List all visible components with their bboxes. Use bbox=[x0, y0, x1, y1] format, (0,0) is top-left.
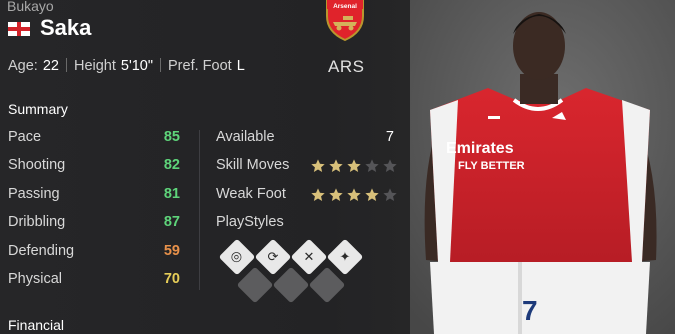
stat-row-physical: Physical 70 bbox=[8, 271, 180, 291]
stat-label: Shooting bbox=[8, 157, 66, 173]
stat-label: Dribbling bbox=[8, 214, 66, 230]
foot-value: L bbox=[236, 58, 245, 74]
star-filled-icon bbox=[347, 188, 361, 201]
age-label: Age: bbox=[8, 58, 38, 74]
star-empty-icon bbox=[383, 188, 397, 201]
svg-text:7: 7 bbox=[522, 295, 538, 326]
arsenal-crest-icon: Arsenal bbox=[326, 0, 364, 42]
skill-moves-stars bbox=[310, 158, 398, 174]
stat-value: 81 bbox=[163, 186, 180, 202]
stat-row-pace: Pace 85 bbox=[8, 129, 180, 149]
player-first-name: Bukayo bbox=[7, 0, 54, 14]
stat-value: 59 bbox=[163, 243, 180, 259]
financial-title: Financial bbox=[8, 317, 65, 333]
summary-title: Summary bbox=[8, 101, 68, 117]
stat-row-dribbling: Dribbling 87 bbox=[8, 214, 180, 234]
player-image: 7 Emirates FLY BETTER bbox=[410, 0, 675, 334]
height-label: Height bbox=[73, 58, 116, 74]
age-value: 22 bbox=[42, 58, 59, 74]
player-bio: Age: 22 Height 5'10" Pref. Foot L bbox=[8, 58, 245, 74]
divider bbox=[65, 58, 67, 72]
playstyles-row: PlayStyles bbox=[216, 214, 396, 234]
foot-label: Pref. Foot bbox=[168, 58, 232, 74]
skill-moves-row: Skill Moves bbox=[216, 157, 398, 177]
stat-row-defending: Defending 59 bbox=[8, 243, 180, 263]
stat-value: 70 bbox=[163, 271, 180, 287]
playstyle-glyph: ◎ bbox=[231, 249, 243, 265]
stat-row-passing: Passing 81 bbox=[8, 186, 180, 206]
weak-foot-row: Weak Foot bbox=[216, 186, 398, 206]
stat-value: 85 bbox=[163, 129, 180, 145]
star-empty-icon bbox=[365, 159, 379, 172]
player-last-name: Saka bbox=[40, 15, 92, 40]
crest-text: Arsenal bbox=[333, 3, 357, 10]
playstyle-empty-slot bbox=[236, 266, 274, 304]
playstyles-label: PlayStyles bbox=[216, 214, 284, 230]
club-code: ARS bbox=[328, 57, 365, 76]
divider bbox=[199, 130, 200, 290]
playstyles-list: ◎ ⟳ ✕ ✦ bbox=[218, 238, 364, 276]
star-filled-icon bbox=[329, 188, 343, 201]
weak-foot-stars bbox=[310, 187, 398, 203]
stat-value: 82 bbox=[163, 157, 180, 173]
stat-label: Passing bbox=[8, 186, 60, 202]
playstyles-empty-slots bbox=[236, 266, 346, 304]
star-filled-icon bbox=[329, 159, 343, 172]
stat-row-shooting: Shooting 82 bbox=[8, 157, 180, 177]
available-row: Available 7 bbox=[216, 129, 396, 149]
available-value: 7 bbox=[385, 129, 394, 145]
playstyle-glyph: ⟳ bbox=[267, 249, 279, 265]
height-value: 5'10" bbox=[120, 58, 154, 74]
stat-label: Physical bbox=[8, 271, 62, 287]
star-filled-icon bbox=[311, 159, 325, 172]
playstyle-glyph: ✕ bbox=[303, 249, 315, 265]
stat-label: Pace bbox=[8, 129, 42, 145]
player-card: Bukayo Saka Arsenal ARS Age: 22 Height 5'10… bbox=[0, 0, 675, 334]
star-filled-icon bbox=[347, 159, 361, 172]
playstyle-empty-slot bbox=[308, 266, 346, 304]
divider bbox=[160, 58, 162, 72]
playstyle-glyph: ✦ bbox=[339, 249, 351, 265]
england-flag-icon bbox=[8, 22, 30, 36]
available-label: Available bbox=[216, 129, 275, 145]
star-empty-icon bbox=[383, 159, 397, 172]
skill-moves-label: Skill Moves bbox=[216, 157, 290, 173]
player-info-panel: Bukayo Saka Arsenal ARS Age: 22 Height 5'10… bbox=[0, 0, 410, 334]
player-portrait: 7 Emirates FLY BETTER bbox=[410, 0, 675, 334]
star-filled-icon bbox=[365, 188, 379, 201]
weak-foot-label: Weak Foot bbox=[216, 186, 286, 202]
svg-text:FLY BETTER: FLY BETTER bbox=[458, 160, 525, 172]
star-filled-icon bbox=[311, 188, 325, 201]
playstyle-empty-slot bbox=[272, 266, 310, 304]
stat-value: 87 bbox=[163, 214, 180, 230]
stat-label: Defending bbox=[8, 243, 75, 259]
svg-text:Emirates: Emirates bbox=[446, 140, 514, 157]
playstyle-technical-icon[interactable]: ✦ bbox=[326, 238, 364, 276]
